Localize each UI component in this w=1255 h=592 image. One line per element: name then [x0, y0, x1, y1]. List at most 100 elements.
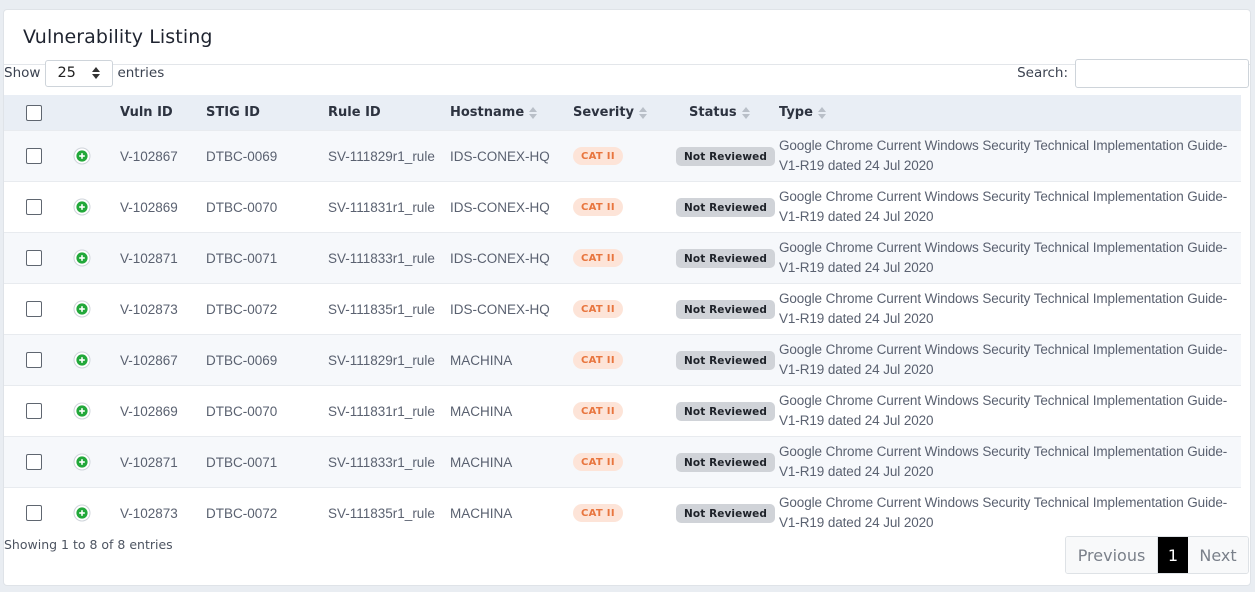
severity-badge: CAT II	[573, 249, 623, 267]
plus-circle-icon[interactable]	[73, 402, 91, 420]
plus-circle-icon[interactable]	[73, 504, 91, 522]
plus-circle-icon[interactable]	[73, 453, 91, 471]
search-control: Search:	[1017, 58, 1249, 88]
row-checkbox[interactable]	[26, 301, 42, 317]
cell-status: Not Reviewed	[676, 283, 779, 335]
col-header-stig-id[interactable]: STIG ID	[206, 95, 328, 131]
cell-severity: CAT II	[573, 283, 676, 335]
status-badge: Not Reviewed	[676, 248, 775, 268]
table-row[interactable]: V-102871 DTBC-0071 SV-111833r1_rule MACH…	[4, 436, 1241, 488]
cell-vuln-id: V-102867	[120, 334, 206, 386]
entries-length-control: Show 25 entries	[4, 58, 164, 88]
cell-status: Not Reviewed	[676, 436, 779, 488]
cell-type: Google Chrome Current Windows Security T…	[779, 334, 1241, 386]
row-checkbox[interactable]	[26, 403, 42, 419]
table-row[interactable]: V-102871 DTBC-0071 SV-111833r1_rule IDS-…	[4, 232, 1241, 284]
cell-severity: CAT II	[573, 436, 676, 488]
select-all-header	[4, 95, 59, 131]
vulnerability-table: Vuln ID STIG ID Rule ID Hostname Severit…	[4, 95, 1241, 538]
table-row[interactable]: V-102873 DTBC-0072 SV-111835r1_rule IDS-…	[4, 283, 1241, 335]
cell-status: Not Reviewed	[676, 181, 779, 233]
page-1-button[interactable]: 1	[1158, 537, 1188, 573]
col-header-severity[interactable]: Severity	[573, 95, 676, 131]
entries-select-value: 25	[57, 65, 76, 81]
cell-type: Google Chrome Current Windows Security T…	[779, 487, 1241, 538]
cell-status: Not Reviewed	[676, 385, 779, 437]
sort-arrows-icon	[817, 106, 826, 119]
cell-rule-id: SV-111831r1_rule	[328, 181, 450, 233]
status-badge: Not Reviewed	[676, 299, 775, 319]
cell-hostname: IDS-CONEX-HQ	[450, 130, 573, 182]
table-row[interactable]: V-102873 DTBC-0072 SV-111835r1_rule MACH…	[4, 487, 1241, 538]
cell-severity: CAT II	[573, 385, 676, 437]
row-checkbox[interactable]	[26, 505, 42, 521]
previous-page-button[interactable]: Previous	[1066, 537, 1158, 573]
expand-header	[59, 95, 120, 131]
table-info: Showing 1 to 8 of 8 entries	[4, 537, 173, 552]
row-expand-cell	[59, 283, 120, 335]
table-controls: Show 25 entries Search:	[4, 58, 1249, 88]
row-select-cell	[4, 181, 59, 233]
table-row[interactable]: V-102869 DTBC-0070 SV-111831r1_rule MACH…	[4, 385, 1241, 437]
row-expand-cell	[59, 487, 120, 538]
table-header-row: Vuln ID STIG ID Rule ID Hostname Severit…	[4, 95, 1241, 131]
pagination: Previous 1 Next	[1065, 536, 1249, 574]
search-label: Search:	[1017, 65, 1068, 81]
table-row[interactable]: V-102867 DTBC-0069 SV-111829r1_rule MACH…	[4, 334, 1241, 386]
table-row[interactable]: V-102869 DTBC-0070 SV-111831r1_rule IDS-…	[4, 181, 1241, 233]
col-header-status[interactable]: Status	[676, 95, 779, 131]
row-select-cell	[4, 436, 59, 488]
cell-type: Google Chrome Current Windows Security T…	[779, 181, 1241, 233]
row-expand-cell	[59, 232, 120, 284]
plus-circle-icon[interactable]	[73, 300, 91, 318]
row-checkbox[interactable]	[26, 250, 42, 266]
row-checkbox[interactable]	[26, 454, 42, 470]
cell-hostname: IDS-CONEX-HQ	[450, 181, 573, 233]
cell-hostname: MACHINA	[450, 334, 573, 386]
plus-circle-icon[interactable]	[73, 351, 91, 369]
plus-circle-icon[interactable]	[73, 147, 91, 165]
row-checkbox[interactable]	[26, 199, 42, 215]
sort-arrows-icon	[529, 106, 538, 119]
cell-status: Not Reviewed	[676, 130, 779, 182]
severity-badge: CAT II	[573, 504, 623, 522]
search-input[interactable]	[1075, 58, 1249, 88]
row-select-cell	[4, 334, 59, 386]
plus-circle-icon[interactable]	[73, 249, 91, 267]
status-badge: Not Reviewed	[676, 401, 775, 421]
cell-stig-id: DTBC-0069	[206, 130, 328, 182]
cell-vuln-id: V-102869	[120, 181, 206, 233]
cell-stig-id: DTBC-0071	[206, 436, 328, 488]
cell-vuln-id: V-102873	[120, 283, 206, 335]
cell-severity: CAT II	[573, 130, 676, 182]
severity-badge: CAT II	[573, 351, 623, 369]
cell-vuln-id: V-102867	[120, 130, 206, 182]
row-select-cell	[4, 487, 59, 538]
cell-severity: CAT II	[573, 487, 676, 538]
col-header-vuln-id[interactable]: Vuln ID	[120, 95, 206, 131]
col-header-hostname[interactable]: Hostname	[450, 95, 573, 131]
cell-stig-id: DTBC-0072	[206, 283, 328, 335]
next-page-button[interactable]: Next	[1188, 537, 1248, 573]
cell-severity: CAT II	[573, 232, 676, 284]
cell-status: Not Reviewed	[676, 334, 779, 386]
row-checkbox[interactable]	[26, 148, 42, 164]
table-row[interactable]: V-102867 DTBC-0069 SV-111829r1_rule IDS-…	[4, 130, 1241, 182]
cell-rule-id: SV-111835r1_rule	[328, 487, 450, 538]
plus-circle-icon[interactable]	[73, 198, 91, 216]
select-all-checkbox[interactable]	[26, 104, 42, 121]
row-expand-cell	[59, 436, 120, 488]
cell-hostname: IDS-CONEX-HQ	[450, 283, 573, 335]
col-header-rule-id[interactable]: Rule ID	[328, 95, 450, 131]
status-badge: Not Reviewed	[676, 503, 775, 523]
cell-status: Not Reviewed	[676, 232, 779, 284]
select-caret-icon	[92, 67, 101, 79]
col-header-type[interactable]: Type	[779, 95, 1241, 131]
row-checkbox[interactable]	[26, 352, 42, 368]
status-badge: Not Reviewed	[676, 452, 775, 472]
sort-arrows-icon	[741, 106, 750, 119]
cell-hostname: MACHINA	[450, 436, 573, 488]
cell-severity: CAT II	[573, 334, 676, 386]
entries-select[interactable]: 25	[45, 59, 114, 87]
row-select-cell	[4, 232, 59, 284]
